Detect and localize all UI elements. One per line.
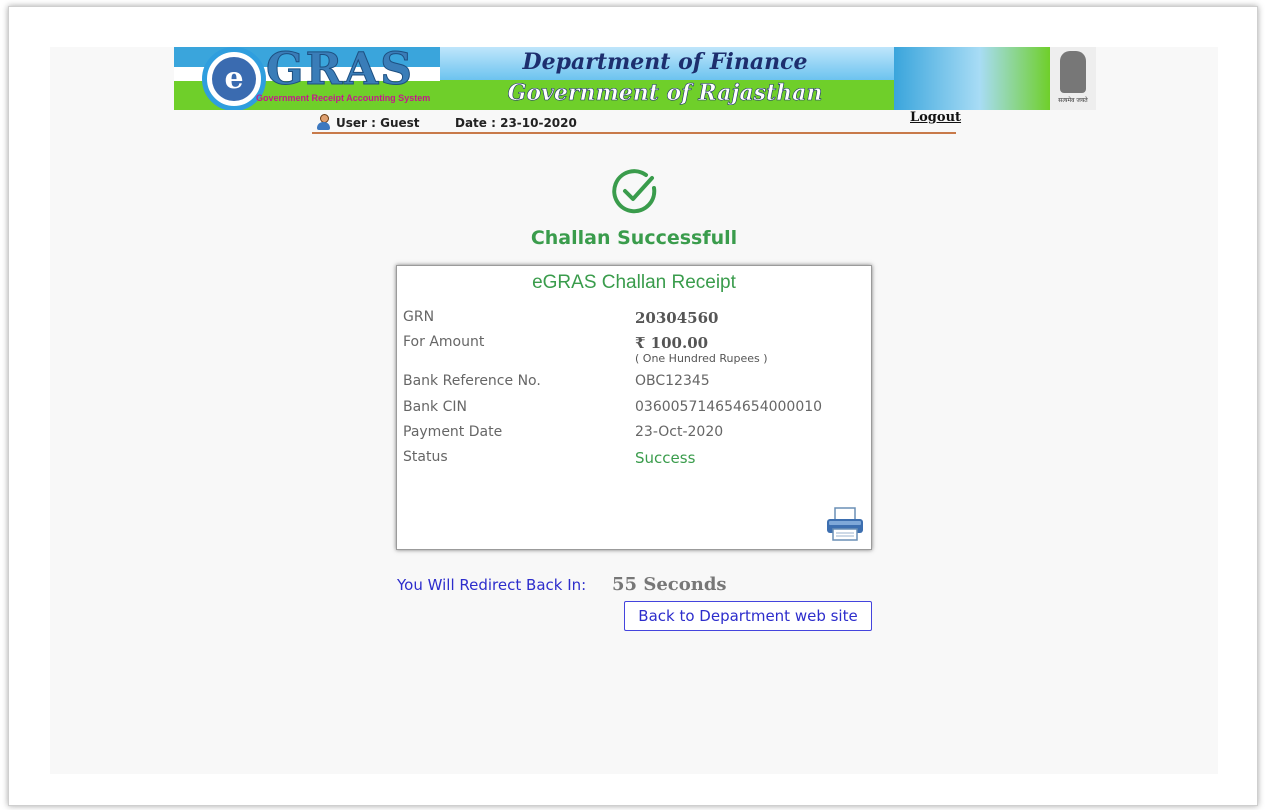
status-value: Success: [635, 449, 696, 467]
user-icon: [316, 114, 330, 130]
payment-date-label: Payment Date: [403, 424, 503, 440]
amount-in-words: ( One Hundred Rupees ): [635, 352, 768, 365]
logo-subtitle: Government Receipt Accounting System: [256, 93, 431, 103]
back-to-department-button[interactable]: Back to Department web site: [624, 601, 872, 631]
bank-cin-label: Bank CIN: [403, 399, 467, 415]
date-label: Date : 23-10-2020: [455, 116, 577, 130]
printer-icon[interactable]: [825, 506, 865, 542]
user-info: User : Guest: [316, 114, 420, 130]
receipt-title: eGRAS Challan Receipt: [532, 272, 736, 293]
banner-decoration: [894, 47, 1050, 110]
receipt-card: eGRAS Challan Receipt GRN 20304560 For A…: [396, 265, 872, 550]
redirect-countdown: 55 Seconds: [612, 574, 727, 595]
status-label: Status: [403, 449, 448, 465]
payment-date-value: 23-Oct-2020: [635, 424, 724, 440]
national-emblem-icon: सत्यमेव जयते: [1050, 47, 1096, 110]
user-bar: User : Guest Date : 23-10-2020 Logout: [312, 110, 961, 134]
bank-ref-value: OBC12345: [635, 373, 710, 389]
department-title: Department of Finance: [522, 49, 808, 75]
emblem-caption: सत्यमेव जयते: [1058, 97, 1088, 104]
grn-value: 20304560: [635, 309, 719, 327]
bank-ref-label: Bank Reference No.: [403, 373, 541, 389]
amount-value: ₹ 100.00: [635, 334, 709, 352]
logo-e-letter: e: [212, 57, 256, 101]
success-title: Challan Successfull: [530, 227, 738, 249]
amount-label: For Amount: [403, 334, 485, 350]
check-circle-icon: [610, 166, 660, 216]
logout-link[interactable]: Logout: [910, 110, 961, 125]
bank-cin-value: 03600571465465400001​0: [635, 399, 823, 415]
logo-text: GRAS: [265, 47, 415, 96]
government-title: Government of Rajasthan: [507, 80, 823, 107]
redirect-text: You Will Redirect Back In:: [397, 576, 587, 594]
user-label: User : Guest: [336, 116, 420, 130]
header-banner: e GRAS Government Receipt Accounting Sys…: [174, 47, 1096, 110]
grn-label: GRN: [403, 309, 435, 325]
